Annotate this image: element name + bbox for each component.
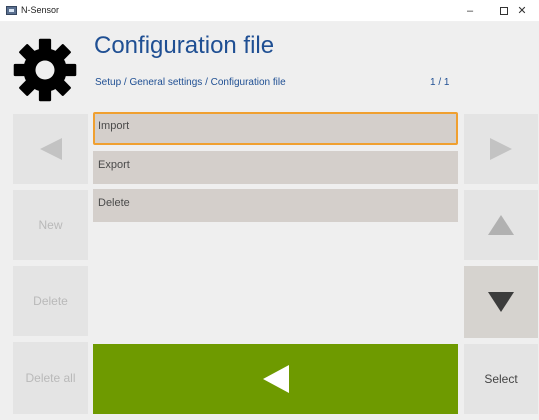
triangle-right-icon [490, 138, 512, 160]
triangle-down-icon [488, 292, 514, 312]
window-titlebar: N-Sensor – ✕ [0, 0, 539, 22]
delete-button[interactable]: Delete [13, 266, 88, 336]
back-button[interactable] [93, 344, 458, 414]
new-button-label: New [38, 218, 63, 232]
app-icon [6, 6, 17, 15]
minimize-icon: – [466, 4, 474, 17]
window-title: N-Sensor [21, 5, 60, 15]
scroll-down-button[interactable] [464, 266, 538, 338]
list-item-delete[interactable]: Delete [93, 189, 458, 222]
new-button[interactable]: New [13, 190, 88, 260]
list-item-export[interactable]: Export [93, 151, 458, 184]
breadcrumb: Setup / General settings / Configuration… [95, 77, 286, 88]
select-button[interactable]: Select [464, 344, 538, 414]
page-indicator: 1 / 1 [430, 77, 450, 88]
list-item-import[interactable]: Import [93, 112, 458, 145]
list-item-label: Delete [98, 197, 130, 209]
triangle-left-icon [39, 138, 62, 160]
page-title: Configuration file [94, 32, 275, 59]
previous-button[interactable] [13, 114, 88, 184]
minimize-button[interactable]: – [453, 0, 487, 21]
gear-icon [13, 38, 77, 102]
app-client-area: Configuration file Setup / General setti… [0, 22, 539, 420]
delete-all-button[interactable]: Delete all [13, 342, 88, 414]
scroll-up-button[interactable] [464, 190, 538, 260]
list-item-label: Export [98, 159, 130, 171]
list-item-label: Import [98, 120, 130, 132]
close-button[interactable]: ✕ [505, 0, 539, 21]
close-icon: ✕ [517, 5, 527, 17]
triangle-up-icon [488, 215, 514, 235]
delete-button-label: Delete [33, 294, 68, 308]
select-button-label: Select [484, 372, 518, 386]
back-arrow-icon [262, 365, 289, 393]
next-button[interactable] [464, 114, 538, 184]
delete-all-button-label: Delete all [25, 371, 76, 385]
